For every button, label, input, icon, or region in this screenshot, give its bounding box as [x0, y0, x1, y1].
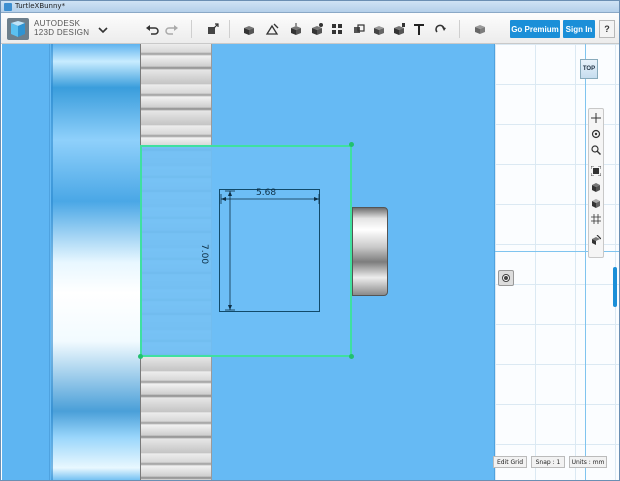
transform-icon[interactable] [204, 20, 222, 38]
primitives-icon[interactable] [240, 20, 258, 38]
redo-icon[interactable] [163, 20, 181, 38]
go-premium-button[interactable]: Go Premium [510, 20, 560, 38]
main-toolbar: AUTODESK 123D DESIGN Go Premium Sign In … [1, 13, 619, 44]
titlebar: TurtleXBunny* [1, 1, 619, 13]
text-icon[interactable] [410, 20, 428, 38]
help-button[interactable]: ? [599, 20, 615, 38]
dimension-lines [220, 190, 320, 311]
undo-icon[interactable] [143, 20, 161, 38]
brand-line2: 123D DESIGN [34, 28, 90, 37]
edit-grid-button[interactable]: Edit Grid [493, 456, 527, 468]
app-window: TurtleXBunny* AUTODESK 123D DESIGN Go Pr… [0, 0, 620, 481]
material-visibility-icon[interactable] [590, 234, 602, 246]
material-icon[interactable] [471, 20, 489, 38]
pan-icon[interactable] [590, 112, 602, 124]
toolbar-separator [191, 20, 192, 38]
construct-icon[interactable] [287, 20, 305, 38]
perspective-icon[interactable] [590, 181, 602, 193]
units-value[interactable]: Units : mm [569, 456, 607, 468]
sign-in-button[interactable]: Sign In [563, 20, 595, 38]
combine-icon[interactable] [370, 20, 388, 38]
toolbar-separator [459, 20, 460, 38]
group-icon[interactable] [350, 20, 368, 38]
3d-viewport[interactable]: 5.68 7.00 [2, 44, 494, 480]
pivot-icon[interactable] [498, 270, 514, 286]
modify-icon[interactable] [308, 20, 326, 38]
snap-value[interactable]: Snap : 1 [531, 456, 565, 468]
measure-icon[interactable] [390, 20, 408, 38]
width-dimension-label[interactable]: 5.68 [256, 188, 276, 198]
brand-name: AUTODESK 123D DESIGN [34, 19, 89, 37]
fit-view-icon[interactable] [590, 165, 602, 177]
snap-icon[interactable] [431, 20, 449, 38]
panel-scroll-marker[interactable] [613, 267, 617, 307]
grid-panel: TOP Edit Grid Snap: 1 Units: mm [493, 44, 619, 480]
chevron-down-icon[interactable] [97, 23, 109, 35]
toolbar-separator [229, 20, 230, 38]
zoom-icon[interactable] [590, 144, 602, 156]
sketch-icon[interactable] [263, 20, 281, 38]
height-dimension-label[interactable]: 7.00 [199, 244, 209, 264]
grid-toggle-icon[interactable] [590, 213, 602, 225]
visual-style-icon[interactable] [590, 197, 602, 209]
window-title: TurtleXBunny* [15, 2, 66, 10]
pattern-icon[interactable] [328, 20, 346, 38]
view-cube[interactable]: TOP [580, 59, 598, 79]
navigation-bar [588, 108, 604, 258]
autodesk-logo-icon[interactable] [7, 18, 29, 40]
app-icon [4, 3, 12, 11]
orbit-icon[interactable] [590, 128, 602, 140]
grid-axis-line [585, 44, 586, 480]
brand-line1: AUTODESK [34, 19, 81, 28]
